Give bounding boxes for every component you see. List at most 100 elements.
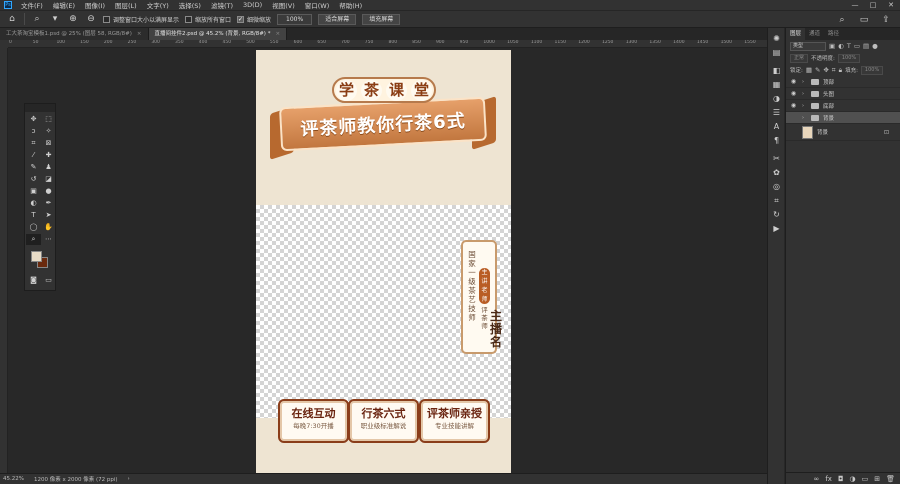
chevron-right-icon[interactable]: › [802,103,807,109]
screen-mode-icon[interactable]: ▭ [41,275,56,286]
menu-type[interactable]: 文字(Y) [142,0,174,10]
brushes-icon[interactable]: ✿ [768,166,785,180]
dodge-tool-icon[interactable]: ◐ [26,198,41,209]
healing-brush-icon[interactable]: ✚ [41,150,56,161]
eye-icon[interactable]: ◉ [789,90,798,97]
zoom-out-icon[interactable]: ⊖ [85,13,97,25]
zoom-all-windows-checkbox[interactable]: 缩放所有窗口 [185,15,231,24]
menu-filter[interactable]: 滤镜(T) [206,0,238,10]
layer-style-icon[interactable]: fx [825,475,832,483]
lock-paint-icon[interactable]: ✎ [815,66,820,74]
zoom-in-icon[interactable]: ⊕ [67,13,79,25]
horizontal-ruler[interactable]: 0 50 100 150 200 250 300 350 400 450 500 550 600 650 7… [8,40,767,48]
pen-tool-icon[interactable]: ✒ [41,198,56,209]
history-brush-icon[interactable]: ↺ [26,174,41,185]
brush-tool-icon[interactable]: ✎ [26,162,41,173]
layer-background[interactable]: 背景 ⊡ [786,124,900,141]
kind-filter-select[interactable]: 类型 [790,41,826,51]
magic-wand-icon[interactable]: ✧ [41,126,56,137]
channels-icon[interactable]: ◎ [768,180,785,194]
minimize-button[interactable]: — [846,0,864,10]
opacity-field[interactable]: 100% [837,53,861,63]
adjustment-layer-icon[interactable]: ◑ [850,475,856,483]
lock-pixels-icon[interactable]: ▦ [806,66,812,74]
adjustment-filter-icon[interactable]: ◐ [838,42,844,50]
properties-icon[interactable]: ☰ [768,106,785,120]
zoom-percent-field[interactable]: 100% [277,13,313,25]
swatches-icon[interactable]: ▦ [768,78,785,92]
menu-edit[interactable]: 编辑(E) [48,0,80,10]
marquee-tool-icon[interactable]: ⬚ [41,114,56,125]
lasso-tool-icon[interactable]: ↄ [26,126,41,137]
type-tool-icon[interactable]: T [26,210,41,221]
type-filter-icon[interactable]: T [847,42,851,50]
tab-document-1[interactable]: 工大茶淘宝模板1.psd @ 25% (图层 58, RGB/8#) × [0,28,149,40]
chevron-right-icon[interactable]: › [802,91,807,97]
menu-select[interactable]: 选择(S) [174,0,206,10]
chevron-right-icon[interactable]: › [802,79,807,85]
eye-icon[interactable]: ◉ [789,78,798,85]
foreground-color-swatch[interactable] [31,251,42,262]
zoom-tool-icon[interactable]: ⌕ [31,13,43,25]
vertical-ruler[interactable] [0,48,8,473]
link-layers-icon[interactable]: ∞ [814,475,820,483]
new-group-icon[interactable]: ▭ [862,475,869,483]
chevron-right-icon[interactable]: › [802,115,807,121]
tool-presets-icon[interactable]: ✂ [768,152,785,166]
menu-layer[interactable]: 图层(L) [110,0,142,10]
menu-help[interactable]: 帮助(H) [334,0,367,10]
delete-layer-icon[interactable]: 🗑︎ [886,475,895,483]
character-icon[interactable]: A [768,120,785,134]
image-filter-icon[interactable]: ▣ [829,42,835,50]
eraser-icon[interactable]: ◪ [41,174,56,185]
resize-windows-checkbox[interactable]: 调整窗口大小以满屏显示 [103,15,179,24]
shape-tool-icon[interactable]: ◯ [26,222,41,233]
menu-window[interactable]: 窗口(W) [300,0,335,10]
move-tool-icon[interactable]: ✥ [26,114,41,125]
gradient-tool-icon[interactable]: ▣ [26,186,41,197]
close-button[interactable]: ✕ [882,0,900,10]
lock-all-icon[interactable]: 🔒︎ [839,66,842,75]
document-info[interactable]: 1200 像素 x 2000 像素 (72 ppi) [34,475,118,483]
workspace-icon[interactable]: ▭ [858,14,870,26]
chevron-down-icon[interactable]: ▾ [49,13,61,25]
close-icon[interactable]: × [275,28,280,40]
document-canvas[interactable]: 评茶师教你行茶6式 学 茶 课 堂 国家一级茶艺技师 主讲老师 评茶师 主播名 … [256,50,511,476]
frame-tool-icon[interactable]: ⊠ [41,138,56,149]
zoom-level[interactable]: 45.22% [3,476,24,482]
eye-icon[interactable]: ◉ [789,102,798,109]
tab-document-2[interactable]: 直播间挂件2.psd @ 45.2% (背景, RGB/8#) * × [148,28,288,40]
tab-channels[interactable]: 通道 [805,28,824,40]
lock-position-icon[interactable]: ✥ [823,66,828,74]
menu-file[interactable]: 文件(F) [16,0,48,10]
blur-tool-icon[interactable]: ● [41,186,56,197]
blend-mode-select[interactable]: 正常 [790,53,809,63]
tab-layers[interactable]: 图层 [786,28,806,40]
history-icon[interactable]: ⌗ [768,194,785,208]
layer-mask-icon[interactable]: ◘ [838,475,844,483]
chevron-right-icon[interactable]: › [128,476,130,482]
more-tools-icon[interactable]: ⋯ [41,234,56,245]
crop-tool-icon[interactable]: ⌗ [26,138,41,149]
fill-screen-button[interactable]: 填充屏幕 [362,13,401,25]
learn-icon[interactable]: ✺ [768,32,785,46]
zoom-tool-icon[interactable]: ⌕ [26,234,41,245]
stamp-tool-icon[interactable]: ♟ [41,162,56,173]
hand-tool-icon[interactable]: ✋ [41,222,56,233]
play-icon[interactable]: ▶ [768,222,785,236]
tab-paths[interactable]: 路径 [824,28,843,40]
close-icon[interactable]: × [137,28,142,40]
paragraph-icon[interactable]: ¶ [768,134,785,148]
menu-image[interactable]: 图像(I) [80,0,110,10]
new-layer-icon[interactable]: ⊞ [874,475,880,483]
filter-toggle-icon[interactable]: ● [872,42,878,50]
ruler-corner[interactable] [0,40,8,48]
smart-filter-icon[interactable]: ▤ [863,42,869,50]
layer-group-top[interactable]: ◉ › 顶部 [786,76,900,88]
share-icon[interactable]: ⇪ [880,14,892,26]
libraries-icon[interactable]: ▤ [768,46,785,60]
search-icon[interactable]: ⌕ [836,14,848,26]
color-icon[interactable]: ◧ [768,64,785,78]
scrubby-zoom-checkbox[interactable]: ✓ 细微缩放 [237,15,271,24]
menu-view[interactable]: 视图(V) [267,0,300,10]
